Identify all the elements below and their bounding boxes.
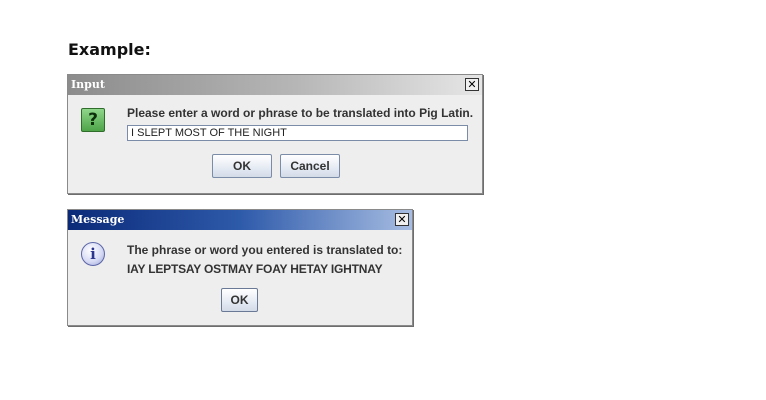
translated-text: IAY LEPTSAY OSTMAY FOAY HETAY IGHTNAY <box>127 262 383 276</box>
message-ok-button[interactable]: OK <box>221 288 258 312</box>
close-icon[interactable]: ✕ <box>465 78 479 91</box>
close-icon[interactable]: ✕ <box>395 213 409 226</box>
input-dialog-titlebar[interactable]: Input ✕ <box>68 75 482 95</box>
phrase-input[interactable] <box>127 125 468 141</box>
message-dialog-titlebar[interactable]: Message ✕ <box>68 210 412 230</box>
input-dialog: Input ✕ ? Please enter a word or phrase … <box>67 74 483 194</box>
ok-button[interactable]: OK <box>212 154 272 178</box>
input-dialog-title: Input <box>71 78 105 91</box>
question-icon: ? <box>81 108 105 132</box>
message-dialog-title: Message <box>71 213 125 226</box>
page: Example: Input ✕ ? Please enter a word o… <box>0 0 766 400</box>
cancel-button[interactable]: Cancel <box>280 154 340 178</box>
input-prompt-text: Please enter a word or phrase to be tran… <box>127 106 474 120</box>
message-dialog: Message ✕ i The phrase or word you enter… <box>67 209 413 326</box>
example-heading: Example: <box>68 40 151 59</box>
info-icon: i <box>81 242 105 266</box>
message-text: The phrase or word you entered is transl… <box>127 243 403 257</box>
